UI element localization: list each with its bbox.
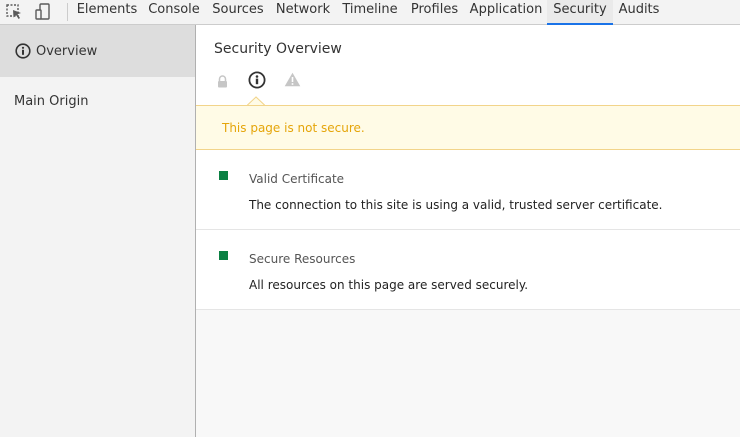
explanation-title: Valid Certificate (249, 172, 345, 186)
devtools-toolbar: Elements Console Sources Network Timelin… (0, 0, 740, 25)
lock-icon[interactable] (217, 73, 228, 92)
sidebar-item-main-origin[interactable]: Main Origin (0, 87, 195, 117)
tab-timeline[interactable]: Timeline (336, 0, 404, 25)
sidebar-item-overview[interactable]: Overview (0, 25, 195, 77)
sidebar-item-label: Overview (36, 44, 98, 59)
tab-network[interactable]: Network (270, 0, 336, 25)
inspect-element-icon[interactable] (5, 2, 25, 22)
secure-status-icon (219, 171, 228, 180)
tab-console[interactable]: Console (142, 0, 206, 25)
info-icon (15, 43, 31, 63)
explanation-valid-certificate: Valid Certificate The connection to this… (196, 150, 740, 230)
device-mode-icon[interactable] (33, 2, 53, 22)
explanation-description: The connection to this site is using a v… (249, 198, 663, 212)
summary-text: This page is not secure. (222, 121, 365, 135)
tab-security[interactable]: Security (547, 0, 613, 25)
tab-sources[interactable]: Sources (206, 0, 270, 25)
tab-profiles[interactable]: Profiles (404, 0, 465, 25)
page-title: Security Overview (214, 41, 342, 57)
tab-elements[interactable]: Elements (72, 0, 142, 25)
explanation-secure-resources: Secure Resources All resources on this p… (196, 230, 740, 310)
info-icon[interactable] (248, 71, 266, 93)
warning-icon[interactable] (284, 72, 301, 91)
toolbar-divider (67, 3, 68, 21)
secure-status-icon (219, 251, 228, 260)
explanation-description: All resources on this page are served se… (249, 278, 529, 292)
security-sidebar: Overview Main Origin (0, 25, 196, 437)
security-main-panel: Security Overview This page is not secur… (196, 25, 740, 437)
explanation-title: Secure Resources (249, 252, 356, 266)
tab-application[interactable]: Application (465, 0, 547, 25)
sidebar-item-label: Main Origin (14, 94, 89, 109)
tab-audits[interactable]: Audits (613, 0, 665, 25)
security-summary-banner: This page is not secure. (196, 105, 740, 150)
overview-header: Security Overview (196, 25, 740, 106)
